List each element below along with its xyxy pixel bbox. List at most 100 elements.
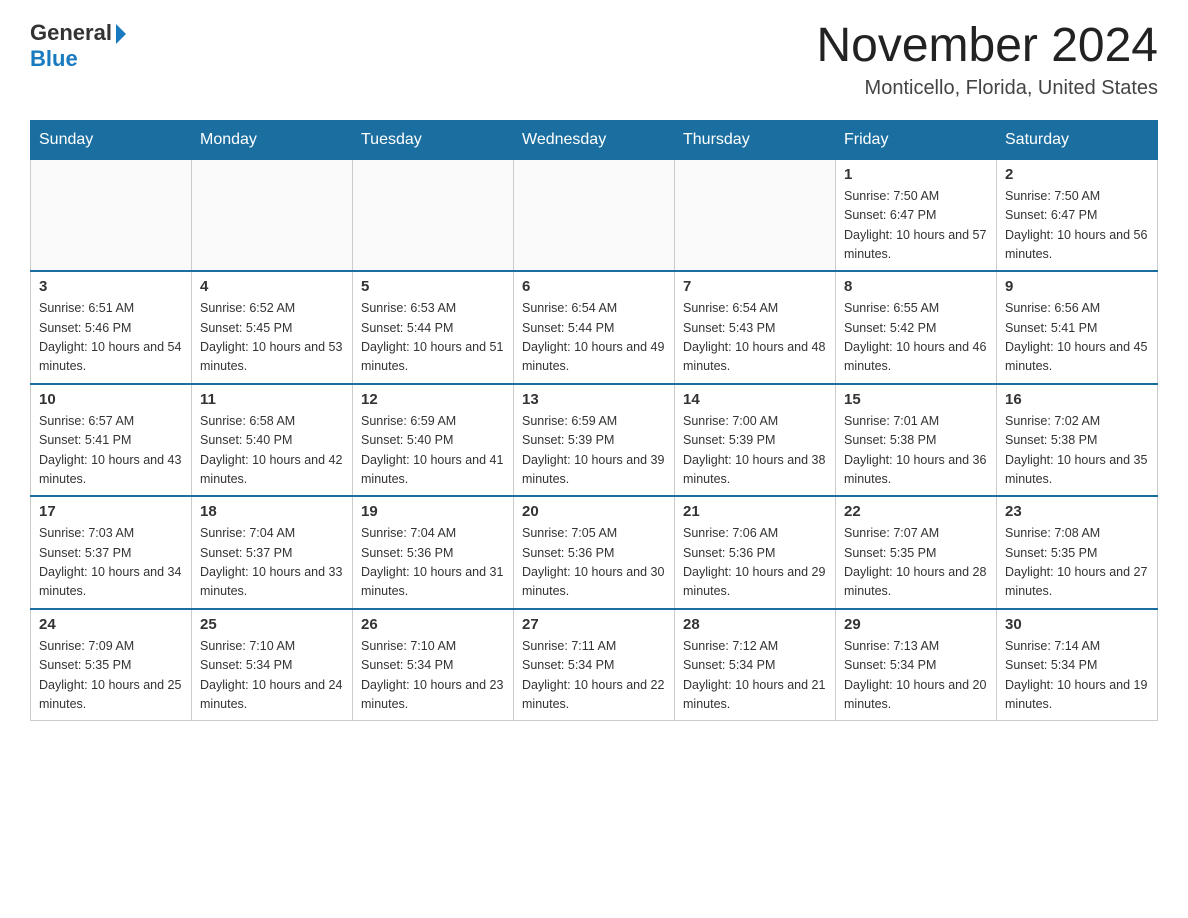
day-number: 21 <box>683 503 827 520</box>
weekday-header-sunday: Sunday <box>31 120 192 159</box>
day-number: 20 <box>522 503 666 520</box>
weekday-header-friday: Friday <box>836 120 997 159</box>
calendar-cell <box>31 159 192 271</box>
day-info: Sunrise: 7:11 AMSunset: 5:34 PMDaylight:… <box>522 637 666 715</box>
calendar-cell: 19 Sunrise: 7:04 AMSunset: 5:36 PMDayligh… <box>353 496 514 609</box>
calendar-cell <box>353 159 514 271</box>
calendar-cell: 7 Sunrise: 6:54 AMSunset: 5:43 PMDaylight… <box>675 271 836 384</box>
calendar-cell: 22 Sunrise: 7:07 AMSunset: 5:35 PMDayligh… <box>836 496 997 609</box>
calendar-cell: 6 Sunrise: 6:54 AMSunset: 5:44 PMDaylight… <box>514 271 675 384</box>
weekday-header-wednesday: Wednesday <box>514 120 675 159</box>
weekday-header-monday: Monday <box>192 120 353 159</box>
day-info: Sunrise: 7:50 AMSunset: 6:47 PMDaylight:… <box>1005 187 1149 265</box>
calendar-cell: 1Sunrise: 7:50 AMSunset: 6:47 PMDaylight… <box>836 159 997 271</box>
calendar-cell: 10 Sunrise: 6:57 AMSunset: 5:41 PMDayligh… <box>31 384 192 497</box>
day-info: Sunrise: 7:07 AMSunset: 5:35 PMDaylight:… <box>844 524 988 602</box>
day-info: Sunrise: 7:14 AMSunset: 5:34 PMDaylight:… <box>1005 637 1149 715</box>
day-number: 17 <box>39 503 183 520</box>
calendar-cell: 9 Sunrise: 6:56 AMSunset: 5:41 PMDaylight… <box>997 271 1158 384</box>
day-info: Sunrise: 6:59 AMSunset: 5:39 PMDaylight:… <box>522 412 666 490</box>
day-info: Sunrise: 6:58 AMSunset: 5:40 PMDaylight:… <box>200 412 344 490</box>
day-number: 23 <box>1005 503 1149 520</box>
day-number: 16 <box>1005 391 1149 408</box>
day-number: 10 <box>39 391 183 408</box>
calendar-week-3: 10 Sunrise: 6:57 AMSunset: 5:41 PMDayligh… <box>31 384 1158 497</box>
calendar-table: SundayMondayTuesdayWednesdayThursdayFrid… <box>30 120 1158 722</box>
logo: General Blue <box>30 20 126 72</box>
day-number: 18 <box>200 503 344 520</box>
location-subtitle: Monticello, Florida, United States <box>816 77 1158 100</box>
calendar-cell: 14Sunrise: 7:00 AMSunset: 5:39 PMDayligh… <box>675 384 836 497</box>
day-info: Sunrise: 7:05 AMSunset: 5:36 PMDaylight:… <box>522 524 666 602</box>
logo-blue-text: Blue <box>30 46 78 72</box>
logo-general-text: General <box>30 20 112 46</box>
calendar-cell: 8 Sunrise: 6:55 AMSunset: 5:42 PMDaylight… <box>836 271 997 384</box>
day-number: 3 <box>39 278 183 295</box>
day-info: Sunrise: 7:08 AMSunset: 5:35 PMDaylight:… <box>1005 524 1149 602</box>
calendar-cell: 4 Sunrise: 6:52 AMSunset: 5:45 PMDaylight… <box>192 271 353 384</box>
day-number: 9 <box>1005 278 1149 295</box>
day-info: Sunrise: 6:54 AMSunset: 5:43 PMDaylight:… <box>683 299 827 377</box>
day-info: Sunrise: 7:10 AMSunset: 5:34 PMDaylight:… <box>361 637 505 715</box>
calendar-cell: 23 Sunrise: 7:08 AMSunset: 5:35 PMDayligh… <box>997 496 1158 609</box>
day-info: Sunrise: 6:56 AMSunset: 5:41 PMDaylight:… <box>1005 299 1149 377</box>
day-info: Sunrise: 6:57 AMSunset: 5:41 PMDaylight:… <box>39 412 183 490</box>
calendar-cell: 18 Sunrise: 7:04 AMSunset: 5:37 PMDayligh… <box>192 496 353 609</box>
day-number: 8 <box>844 278 988 295</box>
calendar-title: November 2024 <box>816 20 1158 73</box>
weekday-header-thursday: Thursday <box>675 120 836 159</box>
calendar-cell: 16 Sunrise: 7:02 AMSunset: 5:38 PMDayligh… <box>997 384 1158 497</box>
day-info: Sunrise: 6:54 AMSunset: 5:44 PMDaylight:… <box>522 299 666 377</box>
day-info: Sunrise: 6:55 AMSunset: 5:42 PMDaylight:… <box>844 299 988 377</box>
calendar-cell: 17 Sunrise: 7:03 AMSunset: 5:37 PMDayligh… <box>31 496 192 609</box>
day-info: Sunrise: 7:02 AMSunset: 5:38 PMDaylight:… <box>1005 412 1149 490</box>
calendar-cell: 15Sunrise: 7:01 AMSunset: 5:38 PMDayligh… <box>836 384 997 497</box>
day-info: Sunrise: 7:12 AMSunset: 5:34 PMDaylight:… <box>683 637 827 715</box>
calendar-cell: 28Sunrise: 7:12 AMSunset: 5:34 PMDayligh… <box>675 609 836 721</box>
calendar-cell: 30 Sunrise: 7:14 AMSunset: 5:34 PMDayligh… <box>997 609 1158 721</box>
day-number: 7 <box>683 278 827 295</box>
day-info: Sunrise: 7:04 AMSunset: 5:37 PMDaylight:… <box>200 524 344 602</box>
logo-arrow-icon <box>116 24 126 44</box>
calendar-cell: 5Sunrise: 6:53 AMSunset: 5:44 PMDaylight… <box>353 271 514 384</box>
day-number: 29 <box>844 616 988 633</box>
calendar-cell: 24 Sunrise: 7:09 AMSunset: 5:35 PMDayligh… <box>31 609 192 721</box>
calendar-cell: 2Sunrise: 7:50 AMSunset: 6:47 PMDaylight… <box>997 159 1158 271</box>
logo-text: General <box>30 20 126 46</box>
day-number: 30 <box>1005 616 1149 633</box>
calendar-cell: 26Sunrise: 7:10 AMSunset: 5:34 PMDayligh… <box>353 609 514 721</box>
calendar-cell: 29 Sunrise: 7:13 AMSunset: 5:34 PMDayligh… <box>836 609 997 721</box>
day-info: Sunrise: 7:06 AMSunset: 5:36 PMDaylight:… <box>683 524 827 602</box>
calendar-cell <box>192 159 353 271</box>
calendar-cell: 11Sunrise: 6:58 AMSunset: 5:40 PMDayligh… <box>192 384 353 497</box>
day-number: 4 <box>200 278 344 295</box>
calendar-cell <box>514 159 675 271</box>
weekday-header-tuesday: Tuesday <box>353 120 514 159</box>
calendar-cell: 3 Sunrise: 6:51 AMSunset: 5:46 PMDaylight… <box>31 271 192 384</box>
weekday-header-saturday: Saturday <box>997 120 1158 159</box>
day-info: Sunrise: 7:04 AMSunset: 5:36 PMDaylight:… <box>361 524 505 602</box>
day-info: Sunrise: 7:10 AMSunset: 5:34 PMDaylight:… <box>200 637 344 715</box>
day-number: 1 <box>844 166 988 183</box>
day-number: 22 <box>844 503 988 520</box>
calendar-week-4: 17 Sunrise: 7:03 AMSunset: 5:37 PMDayligh… <box>31 496 1158 609</box>
day-info: Sunrise: 6:52 AMSunset: 5:45 PMDaylight:… <box>200 299 344 377</box>
calendar-cell: 12Sunrise: 6:59 AMSunset: 5:40 PMDayligh… <box>353 384 514 497</box>
calendar-week-1: 1 Sunrise: 7:50 AMSunset: 6:47 PMDaylight… <box>31 159 1158 271</box>
day-info: Sunrise: 7:03 AMSunset: 5:37 PMDaylight:… <box>39 524 183 602</box>
day-number: 13 <box>522 391 666 408</box>
day-number: 24 <box>39 616 183 633</box>
day-number: 25 <box>200 616 344 633</box>
day-info: Sunrise: 6:51 AMSunset: 5:46 PMDaylight:… <box>39 299 183 377</box>
day-number: 15 <box>844 391 988 408</box>
day-number: 6 <box>522 278 666 295</box>
calendar-week-2: 3 Sunrise: 6:51 AMSunset: 5:46 PMDaylight… <box>31 271 1158 384</box>
calendar-cell: 20 Sunrise: 7:05 AMSunset: 5:36 PMDayligh… <box>514 496 675 609</box>
calendar-cell <box>675 159 836 271</box>
day-info: Sunrise: 7:09 AMSunset: 5:35 PMDaylight:… <box>39 637 183 715</box>
calendar-cell: 21 Sunrise: 7:06 AMSunset: 5:36 PMDayligh… <box>675 496 836 609</box>
page-header: General Blue November 2024 Monticello, F… <box>30 20 1158 100</box>
day-number: 27 <box>522 616 666 633</box>
day-number: 19 <box>361 503 505 520</box>
day-info: Sunrise: 7:13 AMSunset: 5:34 PMDaylight:… <box>844 637 988 715</box>
